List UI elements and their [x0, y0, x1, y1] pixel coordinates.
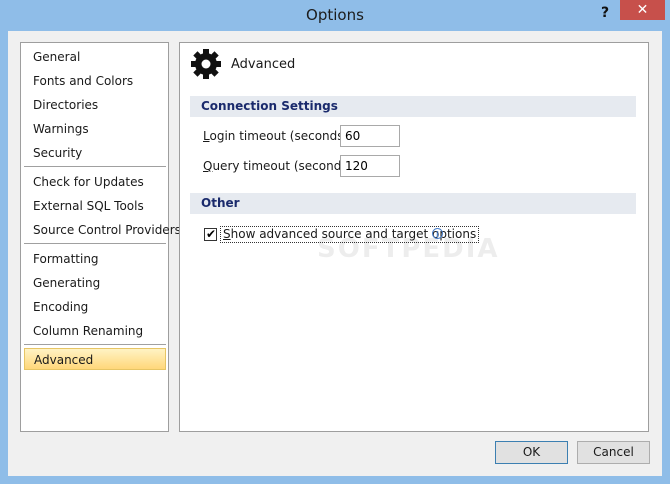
category-list: General Fonts and Colors Directories War… — [20, 42, 181, 432]
query-timeout-input[interactable] — [340, 155, 400, 177]
gear-icon — [191, 49, 221, 79]
ok-button[interactable]: OK — [495, 441, 568, 464]
connection-settings-header: Connection Settings — [190, 96, 636, 117]
nav-item-fonts-and-colors[interactable]: Fonts and Colors — [33, 71, 133, 91]
nav-item-security[interactable]: Security — [33, 143, 82, 163]
panel-title: Advanced — [231, 57, 296, 72]
dialog-client: General Fonts and Colors Directories War… — [8, 31, 662, 476]
nav-separator — [24, 243, 166, 244]
nav-item-advanced[interactable]: Advanced — [24, 348, 166, 370]
nav-item-general[interactable]: General — [33, 47, 80, 67]
close-icon: ✕ — [636, 2, 649, 18]
settings-panel: Advanced Connection Settings Login timeo… — [179, 42, 649, 432]
nav-item-directories[interactable]: Directories — [33, 95, 98, 115]
options-window: Options ? ✕ General Fonts and Colors Dir… — [0, 0, 670, 484]
info-icon[interactable]: i — [432, 228, 443, 239]
cancel-button[interactable]: Cancel — [577, 441, 650, 464]
nav-item-external-sql-tools[interactable]: External SQL Tools — [33, 196, 144, 216]
nav-separator — [24, 166, 166, 167]
help-button[interactable]: ? — [594, 2, 616, 24]
nav-item-column-renaming[interactable]: Column Renaming — [33, 321, 143, 341]
close-button[interactable]: ✕ — [620, 0, 665, 20]
title-bar[interactable]: Options ? ✕ — [0, 0, 670, 31]
checkmark-icon: ✔ — [206, 227, 217, 241]
show-advanced-checkbox[interactable]: ✔ — [204, 227, 217, 241]
nav-separator — [24, 344, 166, 345]
nav-item-encoding[interactable]: Encoding — [33, 297, 88, 317]
nav-item-generating[interactable]: Generating — [33, 273, 100, 293]
nav-item-formatting[interactable]: Formatting — [33, 249, 99, 269]
nav-item-check-for-updates[interactable]: Check for Updates — [33, 172, 144, 192]
login-timeout-label: Login timeout (seconds) — [203, 129, 349, 143]
query-timeout-label: Query timeout (seconds) — [203, 159, 353, 173]
nav-item-warnings[interactable]: Warnings — [33, 119, 89, 139]
login-timeout-input[interactable] — [340, 125, 400, 147]
nav-item-source-control-providers[interactable]: Source Control Providers — [33, 220, 181, 240]
window-title: Options — [306, 6, 364, 24]
other-header: Other — [190, 193, 636, 214]
